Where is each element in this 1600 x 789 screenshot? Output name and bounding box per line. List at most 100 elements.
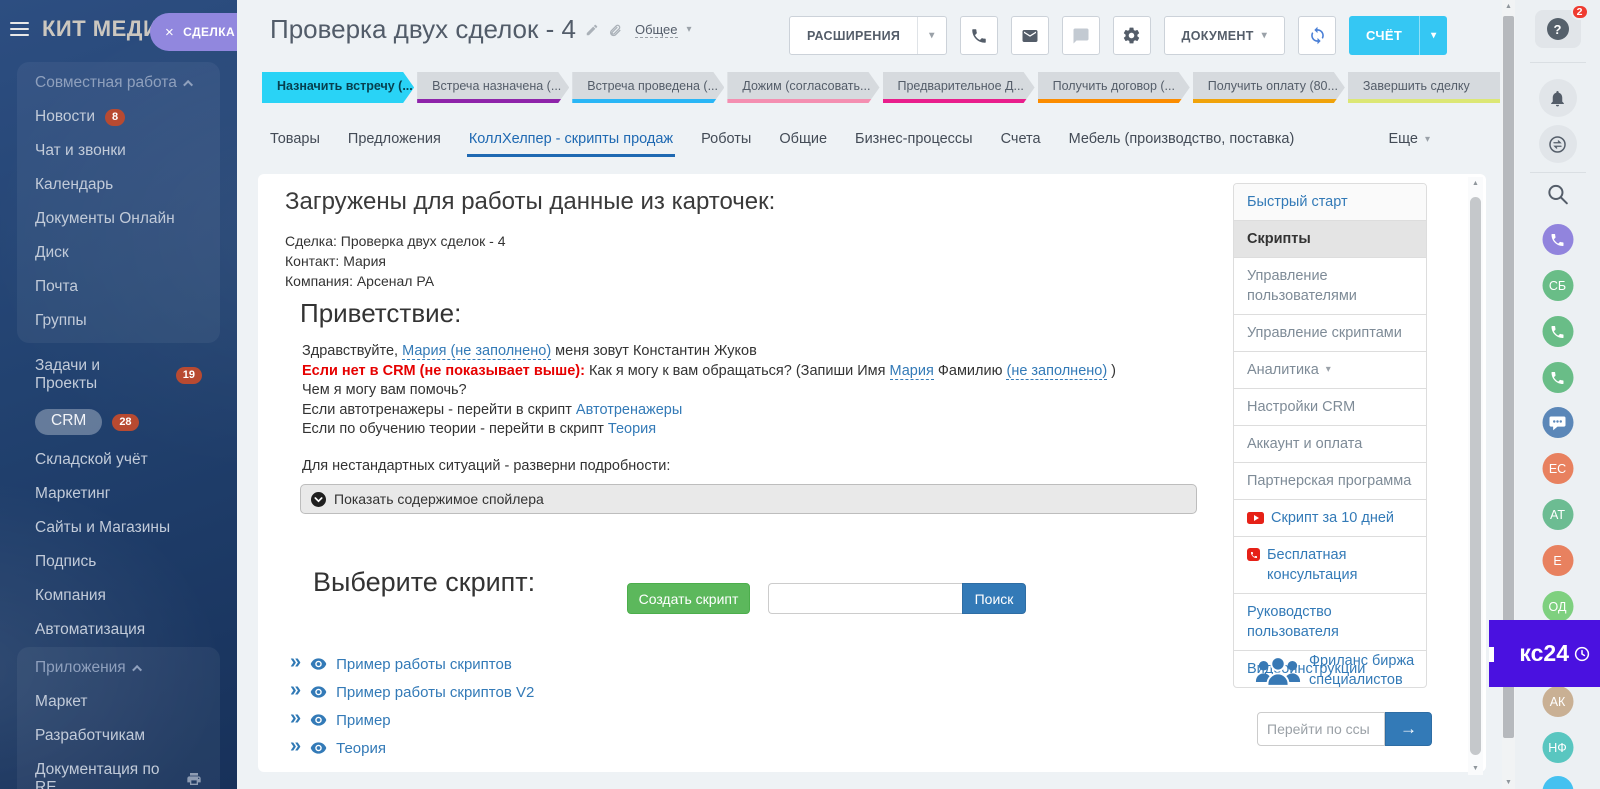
sidebar-item-mail[interactable]: Почта: [17, 270, 220, 304]
sidebar-item-groups[interactable]: Группы: [17, 304, 220, 338]
sidebar-item-marketing[interactable]: Маркетинг: [17, 477, 220, 511]
search-button[interactable]: [1545, 182, 1570, 207]
menu-analytics[interactable]: Аналитика▾: [1234, 351, 1426, 388]
sidebar-item-developers[interactable]: Разработчикам: [17, 719, 220, 753]
settings-button[interactable]: [1113, 16, 1151, 55]
stage-meeting-set[interactable]: Встреча назначена (...: [417, 72, 569, 103]
avatar[interactable]: ОД: [1542, 591, 1573, 622]
call-item[interactable]: [1542, 316, 1573, 347]
menu-quick-start[interactable]: Быстрый старт: [1234, 184, 1426, 220]
avatar[interactable]: НФ: [1542, 732, 1573, 763]
script-link[interactable]: Пример: [336, 712, 391, 729]
avatar[interactable]: [1542, 776, 1573, 789]
menu-partner-program[interactable]: Партнерская программа: [1234, 462, 1426, 499]
close-icon[interactable]: ×: [165, 24, 174, 41]
menu-script-10-days[interactable]: Скрипт за 10 дней: [1234, 499, 1426, 536]
deal-tag[interactable]: × СДЕЛКА: [150, 13, 237, 51]
invoice-button[interactable]: СЧЁТ ▾: [1349, 16, 1447, 55]
menu-account-payment[interactable]: Аккаунт и оплата: [1234, 425, 1426, 462]
edit-pencil-icon[interactable]: [585, 23, 599, 37]
sidebar-item-market[interactable]: Маркет: [17, 685, 220, 719]
help-button[interactable]: ? 2: [1535, 10, 1581, 48]
stage-close-deal[interactable]: Завершить сделку: [1348, 72, 1500, 103]
menu-user-guide[interactable]: Руководство пользователя: [1234, 593, 1426, 650]
stage-push[interactable]: Дожим (согласовать...: [727, 72, 879, 103]
group-chat-item[interactable]: [1542, 407, 1573, 438]
document-button[interactable]: ДОКУМЕНТ▾: [1164, 16, 1286, 55]
sidebar-item-news[interactable]: Новости 8: [17, 100, 220, 134]
avatar[interactable]: СБ: [1542, 270, 1573, 301]
avatar[interactable]: Е: [1542, 545, 1573, 576]
name-field-link[interactable]: Мария: [890, 363, 934, 380]
sidebar-item-rest-docs[interactable]: Документация по RE...: [17, 753, 220, 789]
hamburger-menu-icon[interactable]: [10, 18, 29, 40]
scroll-down-arrow[interactable]: ▼: [1502, 779, 1515, 786]
menu-free-consultation[interactable]: Бесплатная консультация: [1234, 536, 1426, 593]
go-to-link-input[interactable]: [1257, 712, 1385, 746]
chat-button[interactable]: [1062, 16, 1100, 55]
deal-scope-selector[interactable]: Общее: [635, 22, 678, 38]
inner-scrollbar-thumb[interactable]: [1470, 197, 1481, 755]
sidebar-item-documents[interactable]: Документы Онлайн: [17, 202, 220, 236]
avatar[interactable]: АТ: [1542, 499, 1573, 530]
tab-bizproc[interactable]: Бизнес-процессы: [855, 131, 973, 147]
sidebar-item-tasks[interactable]: Задачи и Проекты 19: [17, 349, 220, 401]
extensions-dropdown[interactable]: ▾: [917, 17, 945, 54]
tab-products[interactable]: Товары: [270, 131, 320, 147]
stage-get-payment[interactable]: Получить оплату (80...: [1193, 72, 1345, 103]
scroll-up-arrow[interactable]: ▲: [1502, 3, 1515, 10]
lastname-field-link[interactable]: (не заполнено): [1006, 363, 1107, 380]
autotrainers-script-link[interactable]: Автотренажеры: [576, 402, 682, 418]
menu-scripts[interactable]: Скрипты: [1234, 220, 1426, 257]
sidebar-item-disk[interactable]: Диск: [17, 236, 220, 270]
call-button[interactable]: [960, 16, 998, 55]
scroll-down-arrow[interactable]: ▼: [1468, 765, 1483, 772]
stage-preliminary[interactable]: Предварительное Д...: [883, 72, 1035, 103]
script-link[interactable]: Теория: [336, 740, 386, 757]
notifications-button[interactable]: [1539, 79, 1577, 117]
script-list-item[interactable]: » Пример работы скриптов: [290, 650, 534, 678]
menu-user-management[interactable]: Управление пользователями: [1234, 257, 1426, 314]
avatar[interactable]: АК: [1542, 686, 1573, 717]
sync-button[interactable]: [1298, 16, 1336, 55]
sidebar-item-inventory[interactable]: Складской учёт: [17, 443, 220, 477]
sidebar-item-chat-calls[interactable]: Чат и звонки: [17, 134, 220, 168]
script-list-item[interactable]: » Пример: [290, 706, 534, 734]
tab-general[interactable]: Общие: [779, 131, 827, 147]
telephony-item[interactable]: [1542, 224, 1573, 255]
email-button[interactable]: [1011, 16, 1049, 55]
script-list-item[interactable]: » Пример работы скриптов V2: [290, 678, 534, 706]
script-link[interactable]: Пример работы скриптов: [336, 656, 512, 673]
script-link[interactable]: Пример работы скриптов V2: [336, 684, 534, 701]
theory-script-link[interactable]: Теория: [608, 421, 656, 437]
spoiler-toggle[interactable]: Показать содержимое спойлера: [300, 484, 1197, 514]
tab-more[interactable]: Еще ▾: [1388, 131, 1430, 147]
script-list-item[interactable]: » Теория: [290, 734, 534, 762]
contact-name-link[interactable]: Мария (не заполнено): [402, 343, 551, 360]
sidebar-section-apps[interactable]: Приложения: [17, 650, 220, 685]
sidebar-item-calendar[interactable]: Календарь: [17, 168, 220, 202]
tab-robots[interactable]: Роботы: [701, 131, 751, 147]
stage-meeting-held[interactable]: Встреча проведена (...: [572, 72, 724, 103]
tab-furniture[interactable]: Мебель (производство, поставка): [1069, 131, 1295, 147]
sidebar-item-automation[interactable]: Автоматизация: [17, 613, 220, 647]
paperclip-icon[interactable]: [608, 23, 622, 37]
extensions-button[interactable]: РАСШИРЕНИЯ ▾: [789, 16, 947, 55]
sidebar-item-sites[interactable]: Сайты и Магазины: [17, 511, 220, 545]
history-button[interactable]: [1539, 125, 1577, 163]
tab-callhelper[interactable]: КоллХелпер - скрипты продаж: [469, 131, 673, 147]
sidebar-item-company[interactable]: Компания: [17, 579, 220, 613]
stage-schedule-meeting[interactable]: Назначить встречу (...: [262, 72, 414, 103]
script-search-button[interactable]: Поиск: [962, 583, 1026, 614]
bitrix24-banner[interactable]: кс24: [1489, 620, 1600, 687]
call-item[interactable]: [1542, 362, 1573, 393]
sidebar-item-sign[interactable]: Подпись: [17, 545, 220, 579]
go-to-link-button[interactable]: →: [1385, 712, 1432, 746]
tab-invoices[interactable]: Счета: [1001, 131, 1041, 147]
menu-crm-settings[interactable]: Настройки CRM: [1234, 388, 1426, 425]
inner-scrollbar[interactable]: ▲ ▼: [1468, 177, 1483, 775]
menu-script-management[interactable]: Управление скриптами: [1234, 314, 1426, 351]
tab-quotes[interactable]: Предложения: [348, 131, 441, 147]
stage-get-contract[interactable]: Получить договор (...: [1038, 72, 1190, 103]
sidebar-section-collab[interactable]: Совместная работа: [17, 65, 220, 100]
